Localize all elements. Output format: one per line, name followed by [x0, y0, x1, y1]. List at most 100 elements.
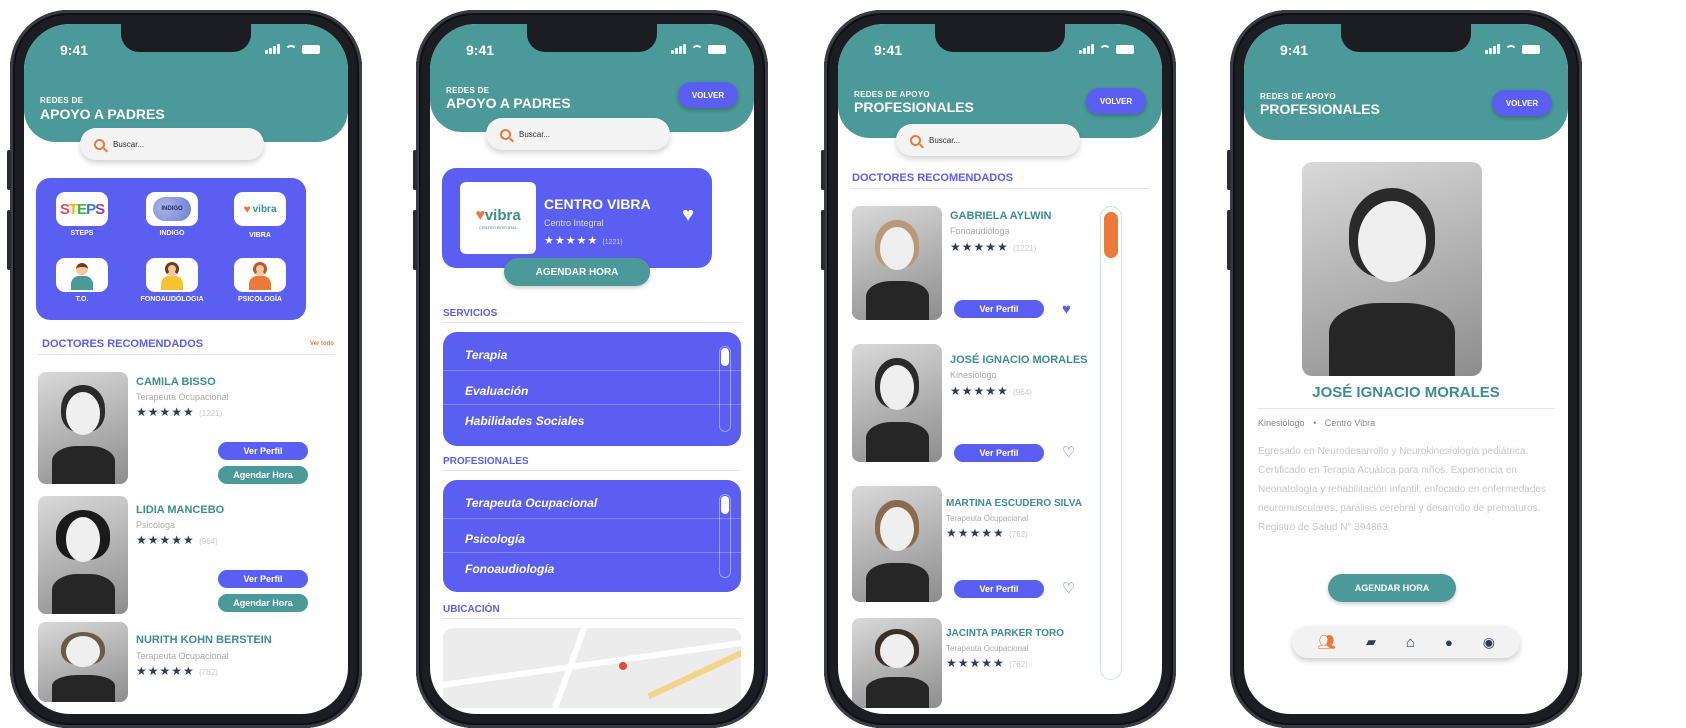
header-subtitle: REDES DE: [40, 96, 84, 105]
book-appointment-button[interactable]: Agendar Hora: [218, 594, 308, 612]
doctor-name: NURITH KOHN BERSTEIN: [136, 634, 272, 646]
doctor-photo: [38, 622, 128, 702]
search-input[interactable]: Buscar...: [80, 128, 264, 160]
screen-profile: REDES DE APOYO PROFESIONALES VOLVER 9:41…: [1244, 24, 1568, 714]
screen-center-detail: REDES DE APOYO A PADRES VOLVER 9:41 Busc…: [430, 24, 754, 714]
search-icon: [500, 128, 511, 140]
vibra-logo[interactable]: ♥ vibra: [234, 192, 286, 226]
section-title: UBICACIÓN: [443, 604, 500, 615]
profile-role: Kinesiólogo: [1258, 418, 1305, 428]
notch: [121, 24, 251, 52]
psychology-icon[interactable]: [234, 258, 286, 292]
status-icons: [1485, 44, 1540, 54]
rating-stars: ★★★★★ (1221): [544, 235, 623, 247]
back-button[interactable]: VOLVER: [1086, 88, 1146, 114]
heart-outline-icon[interactable]: ♡: [1062, 445, 1075, 460]
map-pin-icon: [619, 662, 627, 670]
profile-name: JOSÉ IGNACIO MORALES: [1312, 384, 1500, 401]
status-icons: [265, 44, 320, 54]
indigo-logo[interactable]: INDIGO: [146, 192, 198, 226]
signal-icon: [671, 44, 686, 54]
doctor-name: JACINTA PARKER TORO: [946, 628, 1064, 639]
header-title: PROFESIONALES: [854, 99, 974, 115]
phone-frame-1: REDES DE APOYO A PADRES 9:41 Buscar... S…: [7, 10, 362, 728]
signal-icon: [1079, 44, 1094, 54]
book-icon[interactable]: ▰: [1366, 634, 1376, 650]
profile-center: Centro Vibra: [1324, 418, 1376, 428]
see-all-link[interactable]: Ver todo: [310, 341, 334, 347]
rating-stars: ★★★★★ (762): [136, 664, 218, 678]
rating-stars: ★★★★★ (964): [136, 533, 218, 547]
list-item[interactable]: Evaluación: [465, 384, 528, 398]
divider: [851, 188, 1149, 189]
search-placeholder: Buscar...: [929, 135, 961, 145]
book-appointment-button[interactable]: AGENDAR HORA: [1328, 574, 1456, 602]
list-item[interactable]: Terapeuta Ocupacional: [465, 496, 597, 510]
category-label: PSICOLOGÍA: [238, 296, 282, 303]
book-appointment-button[interactable]: Agendar Hora: [218, 466, 308, 484]
location-map[interactable]: [443, 628, 741, 708]
list-item[interactable]: Terapia: [465, 348, 507, 362]
heart-icon[interactable]: ♥: [682, 204, 694, 227]
bottom-nav: 👥︎ ▰ ⌂ ● ◉: [1292, 626, 1520, 658]
scrollbar-thumb[interactable]: [1104, 212, 1118, 258]
signal-icon: [265, 44, 280, 54]
back-button[interactable]: VOLVER: [678, 82, 738, 108]
back-button[interactable]: VOLVER: [1492, 90, 1552, 116]
category-label: FONOAUDÓLOGIA: [140, 296, 204, 303]
view-profile-button[interactable]: Ver Perfil: [218, 442, 308, 460]
notch: [527, 24, 657, 52]
status-time: 9:41: [466, 42, 495, 58]
vibra-logo: ♥vibra CENTRO INTEGRAL: [460, 182, 536, 254]
chat-icon[interactable]: ●: [1445, 635, 1453, 650]
heart-outline-icon[interactable]: ♡: [1062, 581, 1075, 596]
scrollbar[interactable]: [1100, 206, 1122, 680]
category-label: T.O.: [75, 296, 89, 303]
header-title: PROFESIONALES: [1260, 101, 1380, 117]
screen-home: REDES DE APOYO A PADRES 9:41 Buscar... S…: [24, 24, 348, 714]
speech-therapy-icon[interactable]: [146, 258, 198, 292]
search-input[interactable]: Buscar...: [896, 124, 1080, 156]
professionals-list: Terapeuta Ocupacional Psicología Fonoaud…: [443, 480, 741, 592]
header-subtitle: REDES DE APOYO: [854, 90, 930, 99]
section-title: DOCTORES RECOMENDADOS: [852, 172, 1014, 184]
doctor-name: JOSÉ IGNACIO MORALES: [950, 354, 1088, 366]
search-placeholder: Buscar...: [519, 129, 551, 139]
wifi-icon: [1505, 45, 1517, 54]
battery-icon: [302, 45, 320, 54]
view-profile-button[interactable]: Ver Perfil: [218, 570, 308, 588]
doctor-role: Terapeuta Ocupacional: [946, 514, 1029, 523]
list-item[interactable]: Fonoaudiología: [465, 562, 554, 576]
search-icon: [910, 134, 921, 146]
category-label: STEPS: [70, 230, 94, 237]
scrollbar-thumb[interactable]: [721, 496, 729, 514]
wifi-icon: [691, 45, 703, 54]
battery-icon: [1522, 45, 1540, 54]
screen-professionals: REDES DE APOYO PROFESIONALES VOLVER 9:41…: [838, 24, 1162, 714]
services-list: Terapia Evaluación Habilidades Sociales: [443, 332, 741, 446]
profile-icon[interactable]: ◉: [1483, 634, 1495, 651]
phone-frame-4: REDES DE APOYO PROFESIONALES VOLVER 9:41…: [1227, 10, 1582, 728]
rating-stars: ★★★★★ (1221): [950, 240, 1037, 254]
doctor-name: CAMILA BISSO: [136, 376, 216, 388]
people-icon[interactable]: 👥︎: [1317, 633, 1336, 651]
list-item[interactable]: Psicología: [465, 532, 525, 546]
divider: [443, 470, 741, 471]
scrollbar-thumb[interactable]: [721, 348, 729, 366]
view-profile-button[interactable]: Ver Perfil: [954, 444, 1044, 462]
view-profile-button[interactable]: Ver Perfil: [954, 300, 1044, 318]
category-panel: STEPS STEPS INDIGO INDIGO ♥ vibra VIBRA T…: [36, 178, 306, 320]
steps-logo[interactable]: STEPS: [56, 192, 108, 226]
rating-stars: ★★★★★ (1221): [136, 405, 223, 419]
home-icon[interactable]: ⌂: [1406, 634, 1415, 651]
phone-frame-3: REDES DE APOYO PROFESIONALES VOLVER 9:41…: [821, 10, 1176, 728]
profile-meta: Kinesiólogo • Centro Vibra: [1258, 418, 1376, 428]
heart-icon[interactable]: ♥: [1062, 302, 1071, 317]
view-profile-button[interactable]: Ver Perfil: [954, 580, 1044, 598]
occupational-therapy-icon[interactable]: [56, 258, 108, 292]
center-type: Centro Integral: [544, 218, 604, 228]
doctor-role: Terapeuta Ocupacional: [136, 651, 229, 661]
search-input[interactable]: Buscar...: [486, 118, 670, 150]
list-item[interactable]: Habilidades Sociales: [465, 414, 584, 428]
book-appointment-button[interactable]: AGENDAR HORA: [504, 258, 650, 286]
